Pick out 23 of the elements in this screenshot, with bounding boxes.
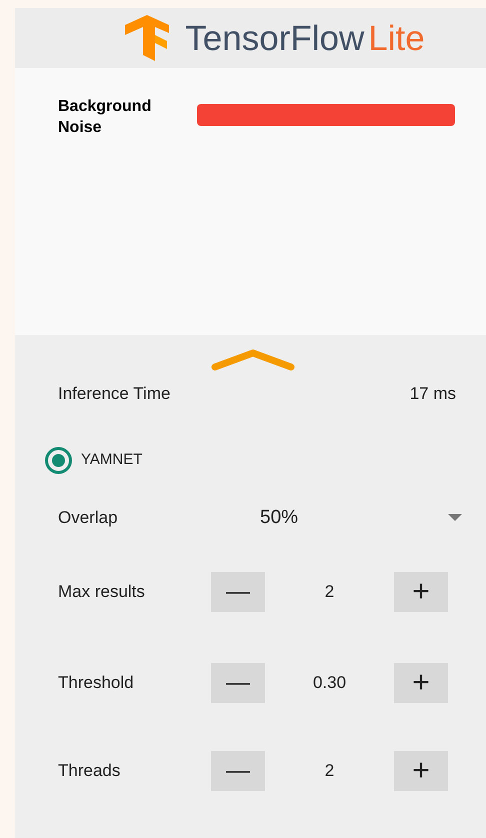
stepper-value: 2 [324,760,336,782]
chevron-up-icon[interactable] [211,349,295,371]
radio-button[interactable] [45,446,72,474]
decrement-button[interactable]: — [211,751,265,791]
overlap-dropdown[interactable]: 50% [218,504,462,532]
stepper-value: 0.30 [312,672,348,694]
stepper-label: Max results [58,581,146,604]
result-label: Background Noise [58,97,152,138]
stepper-value: 2 [324,581,336,604]
logo-text: TensorFlow [185,20,364,56]
inference-label: Inference Time [58,383,170,405]
stepper-label: Threshold [58,672,135,694]
decrement-button[interactable]: — [211,572,265,612]
dropdown-arrow-icon [448,514,462,522]
decrement-button[interactable]: — [211,663,265,703]
logo-suffix: Lite [368,20,425,56]
overlap-label: Overlap [58,507,119,529]
model-label: YAMNET [81,450,142,470]
increment-button[interactable]: + [394,751,448,791]
inference-value: 17 ms [410,383,456,405]
increment-button[interactable]: + [394,663,448,703]
increment-button[interactable]: + [394,572,448,612]
stepper-label: Threads [58,760,122,782]
